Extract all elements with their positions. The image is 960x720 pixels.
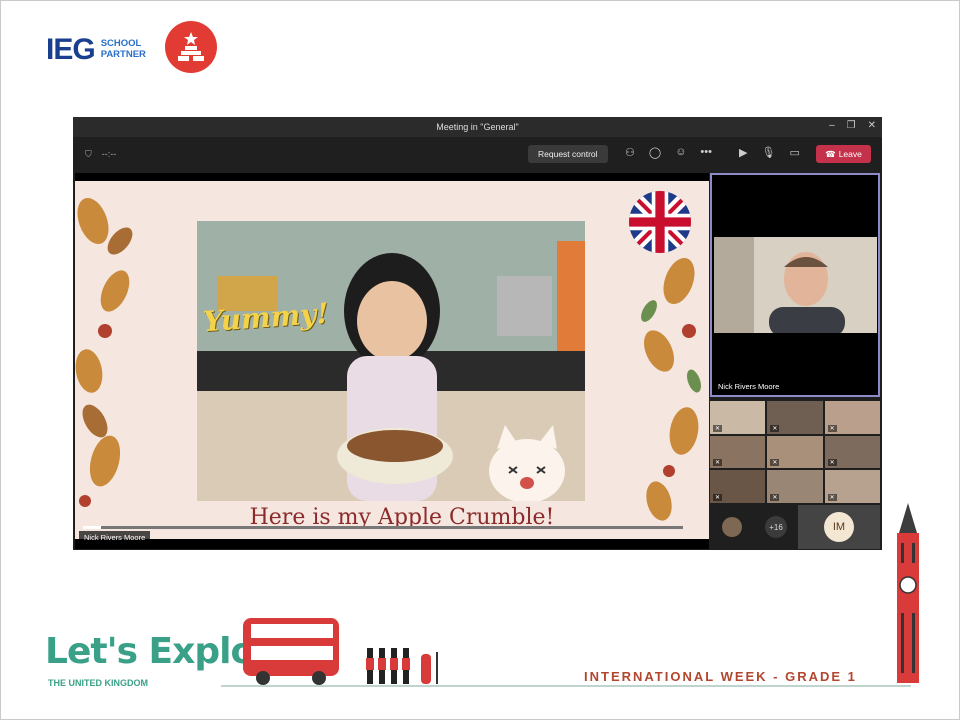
lets-explore-subtitle: THE UNITED KINGDOM bbox=[48, 678, 148, 688]
mic-off-icon: ✕ bbox=[713, 459, 723, 467]
ieg-logo-subtitle: SCHOOL PARTNER bbox=[100, 38, 146, 61]
participant-tile[interactable]: ✕ bbox=[767, 470, 823, 503]
speaker-video bbox=[714, 237, 877, 333]
london-bus-icon bbox=[243, 618, 339, 685]
mic-off-icon: ✕ bbox=[770, 424, 780, 432]
participant-grid: ✕ ✕ ✕ ✕ ✕ ✕ ✕ ✕ ✕ bbox=[710, 401, 880, 503]
royal-guards-icon bbox=[366, 648, 438, 684]
more-participants-count: +16 bbox=[765, 516, 787, 538]
participant-tile[interactable]: ✕ bbox=[710, 435, 766, 469]
participants-icon[interactable]: ⚇ bbox=[625, 146, 635, 159]
mic-off-icon: ✕ bbox=[713, 494, 723, 501]
share-icon[interactable]: ▭ bbox=[789, 146, 799, 159]
meeting-toolbar: ⛉ --:-- Request control ⚇ ◯ ☺ ••• ▶ 🎙 ▭ … bbox=[73, 137, 882, 171]
avatar bbox=[722, 517, 742, 537]
playback-progress[interactable] bbox=[83, 526, 683, 529]
mic-off-icon[interactable]: 🎙 bbox=[761, 146, 775, 159]
meeting-window: Meeting in "General" – ❐ ✕ ⛉ --:-- Reque… bbox=[73, 117, 882, 550]
request-control-button[interactable]: Request control bbox=[528, 145, 608, 163]
participant-tile[interactable]: ✕ bbox=[767, 401, 823, 434]
leave-button[interactable]: ☎ Leave bbox=[816, 145, 871, 163]
footer-line bbox=[221, 685, 911, 687]
participant-initials-tile[interactable]: IM bbox=[798, 505, 880, 549]
mic-off-icon: ✕ bbox=[770, 494, 780, 501]
mic-off-icon: ✕ bbox=[827, 494, 837, 501]
event-title: INTERNATIONAL WEEK - GRADE 1 bbox=[584, 669, 857, 684]
slide: IEG SCHOOL PARTNER Meeting in "General" … bbox=[0, 0, 960, 720]
active-speaker-tile[interactable]: Nick Rivers Moore bbox=[710, 173, 880, 397]
mic-off-icon: ✕ bbox=[770, 459, 780, 467]
mic-off-icon: ✕ bbox=[713, 424, 723, 432]
uk-flag-icon bbox=[629, 191, 691, 253]
more-options-icon[interactable]: ••• bbox=[700, 146, 712, 159]
autumn-leaves-left bbox=[75, 197, 133, 507]
shield-icon[interactable]: ⛉ bbox=[85, 149, 92, 160]
initials-avatar: IM bbox=[824, 512, 854, 542]
participant-tile[interactable]: ✕ bbox=[767, 435, 823, 469]
participant-bottom-row: +16 IM bbox=[710, 505, 880, 549]
ieg-sub-line2: PARTNER bbox=[100, 49, 146, 60]
title-bar: Meeting in "General" – ❐ ✕ bbox=[73, 117, 882, 137]
school-logo bbox=[165, 21, 217, 73]
shared-slide: Yummy! Here is my Apple Crumble! bbox=[75, 181, 709, 539]
more-participants-button[interactable]: +16 bbox=[754, 505, 798, 549]
chat-icon[interactable]: ◯ bbox=[649, 146, 661, 159]
shared-screen: Yummy! Here is my Apple Crumble! Nick Ri… bbox=[75, 173, 709, 549]
ieg-logo: IEG SCHOOL PARTNER bbox=[46, 33, 146, 67]
ieg-logo-mark: IEG bbox=[46, 33, 96, 66]
mic-off-icon: ✕ bbox=[827, 424, 837, 432]
reactions-icon[interactable]: ☺ bbox=[675, 146, 686, 159]
meeting-timer: --:-- bbox=[101, 149, 117, 159]
window-title: Meeting in "General" bbox=[436, 122, 519, 132]
participant-tile[interactable]: ✕ bbox=[824, 401, 880, 434]
child-photo bbox=[197, 221, 585, 501]
camera-off-icon[interactable]: ▶ bbox=[739, 146, 747, 159]
participant-tile[interactable]: ✕ bbox=[824, 435, 880, 469]
close-icon[interactable]: ✕ bbox=[868, 120, 876, 131]
big-ben-icon bbox=[897, 503, 919, 683]
participant-tile[interactable]: ✕ bbox=[710, 401, 766, 434]
leave-label: Leave bbox=[838, 149, 862, 159]
participants-panel: Nick Rivers Moore ✕ ✕ ✕ ✕ ✕ ✕ ✕ ✕ ✕ +16 … bbox=[710, 173, 880, 549]
mic-off-icon: ✕ bbox=[827, 459, 837, 467]
speaker-name: Nick Rivers Moore bbox=[718, 382, 780, 391]
presenter-name-tag: Nick Rivers Moore bbox=[79, 531, 151, 544]
participant-tile[interactable]: ✕ bbox=[824, 470, 880, 503]
participant-tile[interactable]: ✕ bbox=[710, 470, 766, 503]
phone-icon: ☎ bbox=[825, 148, 836, 159]
minimize-icon[interactable]: – bbox=[829, 120, 835, 131]
participant-avatar-tile[interactable] bbox=[710, 505, 754, 549]
playback-progress-fill bbox=[83, 526, 101, 529]
restore-icon[interactable]: ❐ bbox=[847, 120, 856, 131]
